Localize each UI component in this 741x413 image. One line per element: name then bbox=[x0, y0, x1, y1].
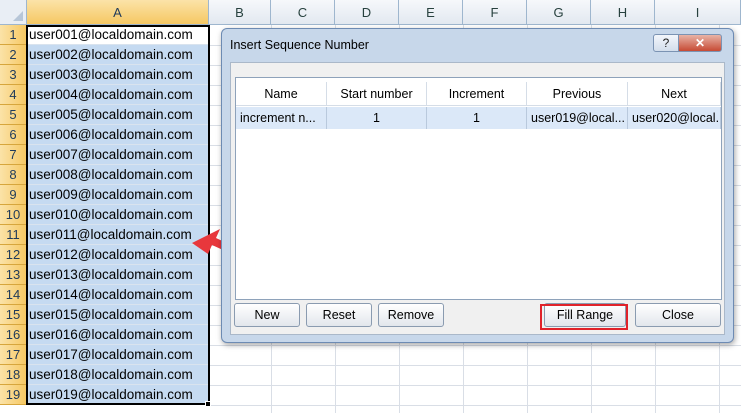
table-cell-previous[interactable]: user019@local... bbox=[527, 107, 628, 129]
row-header[interactable]: 16 bbox=[0, 325, 27, 345]
row-header[interactable]: 9 bbox=[0, 185, 27, 205]
cell-a16[interactable]: user016@localdomain.com bbox=[27, 325, 209, 345]
dialog-client: Name Start number Increment Previous Nex… bbox=[230, 62, 725, 335]
column-header-b[interactable]: B bbox=[209, 0, 271, 25]
row-header[interactable]: 5 bbox=[0, 105, 27, 125]
column-header-d[interactable]: D bbox=[335, 0, 399, 25]
cell-a10[interactable]: user010@localdomain.com bbox=[27, 205, 209, 225]
window-close-button[interactable]: ✕ bbox=[678, 34, 722, 52]
table-cell-next[interactable]: user020@local... bbox=[628, 107, 721, 129]
row-header[interactable]: 3 bbox=[0, 65, 27, 85]
column-header-f[interactable]: F bbox=[463, 0, 527, 25]
column-header-c[interactable]: C bbox=[271, 0, 335, 25]
cell-a13[interactable]: user013@localdomain.com bbox=[27, 265, 209, 285]
fill-range-highlight bbox=[540, 304, 628, 330]
cell-a12[interactable]: user012@localdomain.com bbox=[27, 245, 209, 265]
row-header[interactable]: 18 bbox=[0, 365, 27, 385]
remove-button[interactable]: Remove bbox=[378, 303, 444, 327]
row-header[interactable]: 15 bbox=[0, 305, 27, 325]
column-header-next[interactable]: Next bbox=[628, 82, 721, 106]
column-header-e[interactable]: E bbox=[399, 0, 463, 25]
insert-sequence-number-dialog: Insert Sequence Number ? ✕ Name Start nu… bbox=[221, 28, 734, 343]
cell-a6[interactable]: user006@localdomain.com bbox=[27, 125, 209, 145]
row-header[interactable]: 14 bbox=[0, 285, 27, 305]
row-header[interactable]: 17 bbox=[0, 345, 27, 365]
dialog-title: Insert Sequence Number bbox=[230, 38, 369, 52]
cell-a2[interactable]: user002@localdomain.com bbox=[27, 45, 209, 65]
fill-handle[interactable] bbox=[205, 401, 211, 407]
close-button[interactable]: Close bbox=[635, 303, 721, 327]
select-all-corner[interactable] bbox=[0, 0, 27, 25]
cell-a4[interactable]: user004@localdomain.com bbox=[27, 85, 209, 105]
column-header-previous[interactable]: Previous bbox=[527, 82, 628, 106]
column-header-start-number[interactable]: Start number bbox=[327, 82, 427, 106]
column-header-a[interactable]: A bbox=[27, 0, 209, 25]
table-cell-increment[interactable]: 1 bbox=[427, 107, 527, 129]
row-header[interactable]: 19 bbox=[0, 385, 27, 405]
help-button[interactable]: ? bbox=[653, 34, 679, 52]
row-header[interactable]: 13 bbox=[0, 265, 27, 285]
column-header-h[interactable]: H bbox=[591, 0, 655, 25]
row-header[interactable]: 12 bbox=[0, 245, 27, 265]
column-header-g[interactable]: G bbox=[527, 0, 591, 25]
reset-button[interactable]: Reset bbox=[306, 303, 372, 327]
cell-a3[interactable]: user003@localdomain.com bbox=[27, 65, 209, 85]
sequence-table: Name Start number Increment Previous Nex… bbox=[235, 77, 722, 300]
row-header[interactable]: 11 bbox=[0, 225, 27, 245]
new-button[interactable]: New bbox=[234, 303, 300, 327]
column-header-i[interactable]: I bbox=[655, 0, 741, 25]
cell-a19[interactable]: user019@localdomain.com bbox=[27, 385, 209, 405]
row-header[interactable]: 7 bbox=[0, 145, 27, 165]
row-header[interactable]: 2 bbox=[0, 45, 27, 65]
dialog-titlebar[interactable]: Insert Sequence Number ? ✕ bbox=[222, 29, 733, 59]
row-header[interactable]: 10 bbox=[0, 205, 27, 225]
row-header[interactable]: 8 bbox=[0, 165, 27, 185]
cell-a18[interactable]: user018@localdomain.com bbox=[27, 365, 209, 385]
cell-a5[interactable]: user005@localdomain.com bbox=[27, 105, 209, 125]
table-cell-start-number[interactable]: 1 bbox=[327, 107, 427, 129]
cell-a7[interactable]: user007@localdomain.com bbox=[27, 145, 209, 165]
row-header[interactable]: 4 bbox=[0, 85, 27, 105]
cell-a15[interactable]: user015@localdomain.com bbox=[27, 305, 209, 325]
column-header-increment[interactable]: Increment bbox=[427, 82, 527, 106]
cell-a1[interactable]: user001@localdomain.com bbox=[27, 25, 209, 45]
cell-a9[interactable]: user009@localdomain.com bbox=[27, 185, 209, 205]
row-header[interactable]: 6 bbox=[0, 125, 27, 145]
cell-a8[interactable]: user008@localdomain.com bbox=[27, 165, 209, 185]
cell-a14[interactable]: user014@localdomain.com bbox=[27, 285, 209, 305]
column-header-name[interactable]: Name bbox=[236, 82, 327, 106]
row-header[interactable]: 1 bbox=[0, 25, 27, 45]
cell-a17[interactable]: user017@localdomain.com bbox=[27, 345, 209, 365]
cell-a11[interactable]: user011@localdomain.com bbox=[27, 225, 209, 245]
table-cell-name[interactable]: increment n... bbox=[236, 107, 327, 129]
